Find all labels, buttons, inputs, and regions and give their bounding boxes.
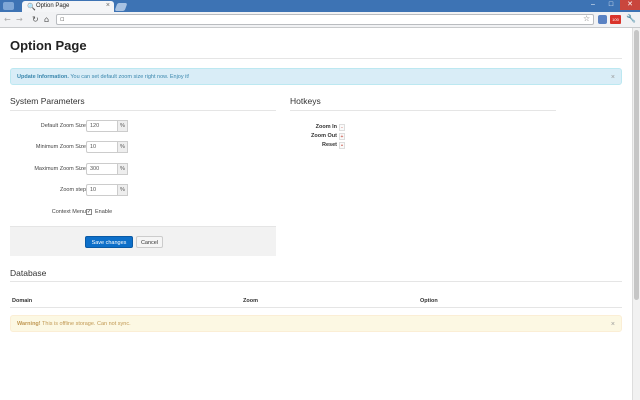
tab-title: Option Page <box>36 3 70 9</box>
form-actions: Save changes Cancel <box>10 226 276 256</box>
hotkey-key[interactable]: + <box>339 133 345 140</box>
page-title: Option Page <box>10 38 87 53</box>
warning-alert-strong: Warning! <box>17 321 41 327</box>
warning-alert: Warning! This is offline storage. Can no… <box>10 315 622 332</box>
save-changes-button[interactable]: Save changes <box>85 236 133 248</box>
minimum-zoom-label: Minimum Zoom Size <box>35 144 86 150</box>
wrench-icon[interactable]: 🔧 <box>626 14 636 23</box>
reload-icon[interactable]: ↻ <box>32 15 39 24</box>
scrollbar-thumb[interactable] <box>634 30 639 300</box>
browser-toolbar: ← → ↻ ⌂ ▫ ☆ 100 🔧 <box>0 12 640 28</box>
hotkey-key[interactable]: • <box>339 142 345 149</box>
warning-alert-text: This is offline storage. Can not sync. <box>40 321 131 327</box>
hotkey-zoom-out: Zoom Out + <box>290 132 360 141</box>
enable-label: Enable <box>95 209 113 215</box>
close-icon[interactable]: × <box>611 316 615 333</box>
database-divider <box>10 281 622 282</box>
info-alert-text: You can set default zoom size right now.… <box>68 74 190 80</box>
system-divider <box>10 110 276 111</box>
hotkeys-title: Hotkeys <box>290 96 321 106</box>
browser-tab[interactable]: 🔍 Option Page × <box>22 1 114 12</box>
context-menu-label: Context Menu <box>51 209 86 215</box>
context-menu-checkbox[interactable]: ✓ <box>86 209 92 215</box>
browser-logo-icon <box>3 2 14 10</box>
info-alert-strong: Update Information. <box>17 74 69 80</box>
maximum-zoom-input[interactable]: 300 <box>86 163 118 175</box>
minimum-zoom-input[interactable]: 10 <box>86 141 118 153</box>
column-header-domain: Domain <box>12 298 33 304</box>
address-bar[interactable]: ▫ <box>56 14 594 25</box>
default-zoom-row: Default Zoom Size 120 % <box>10 120 270 132</box>
maximum-zoom-row: Maximum Zoom Size 300 % <box>10 163 270 175</box>
minimum-zoom-row: Minimum Zoom Size 10 % <box>10 141 270 153</box>
zoom-level-badge[interactable]: 100 <box>610 15 621 24</box>
hotkey-key[interactable]: - <box>339 124 345 131</box>
maximize-icon[interactable]: □ <box>602 0 620 10</box>
forward-icon[interactable]: → <box>16 15 23 24</box>
close-icon[interactable]: × <box>611 69 615 86</box>
table-header-divider <box>10 307 622 308</box>
zoom-extension-icon[interactable] <box>598 15 607 24</box>
tab-close-icon[interactable]: × <box>106 2 110 9</box>
cancel-button[interactable]: Cancel <box>136 236 163 248</box>
context-menu-row: Context Menu ✓ Enable <box>10 206 270 218</box>
system-parameters-title: System Parameters <box>10 96 85 106</box>
hotkey-label: Reset <box>322 142 337 148</box>
default-zoom-input[interactable]: 120 <box>86 120 118 132</box>
vertical-scrollbar[interactable] <box>632 28 640 400</box>
percent-addon: % <box>118 163 128 175</box>
hotkey-label: Zoom In <box>315 124 337 130</box>
hotkey-label: Zoom Out <box>311 133 337 139</box>
info-alert: Update Information. You can set default … <box>10 68 622 85</box>
percent-addon: % <box>118 141 128 153</box>
default-zoom-label: Default Zoom Size <box>40 123 86 129</box>
back-icon[interactable]: ← <box>4 15 11 24</box>
percent-addon: % <box>118 184 128 196</box>
hotkey-reset: Reset • <box>290 141 360 150</box>
new-tab-button[interactable] <box>114 3 128 11</box>
home-icon[interactable]: ⌂ <box>44 15 49 24</box>
maximum-zoom-label: Maximum Zoom Size <box>34 166 86 172</box>
database-title: Database <box>10 268 47 278</box>
zoom-step-input[interactable]: 10 <box>86 184 118 196</box>
column-header-zoom: Zoom <box>243 298 258 304</box>
column-header-option: Option <box>420 298 438 304</box>
bookmark-star-icon[interactable]: ☆ <box>583 14 590 23</box>
window-close-icon[interactable]: ✕ <box>620 0 640 10</box>
browser-tabstrip: 🔍 Option Page × – □ ✕ <box>0 0 640 12</box>
title-divider <box>10 58 622 59</box>
hotkey-zoom-in: Zoom In - <box>290 123 360 132</box>
page-content: Option Page Update Information. You can … <box>0 28 632 400</box>
page-icon: ▫ <box>60 15 65 23</box>
minimize-icon[interactable]: – <box>584 0 602 10</box>
zoom-icon: 🔍 <box>27 3 36 11</box>
zoom-step-label: Zoom step <box>60 187 86 193</box>
hotkeys-divider <box>290 110 556 111</box>
percent-addon: % <box>118 120 128 132</box>
zoom-step-row: Zoom step 10 % <box>10 184 270 196</box>
